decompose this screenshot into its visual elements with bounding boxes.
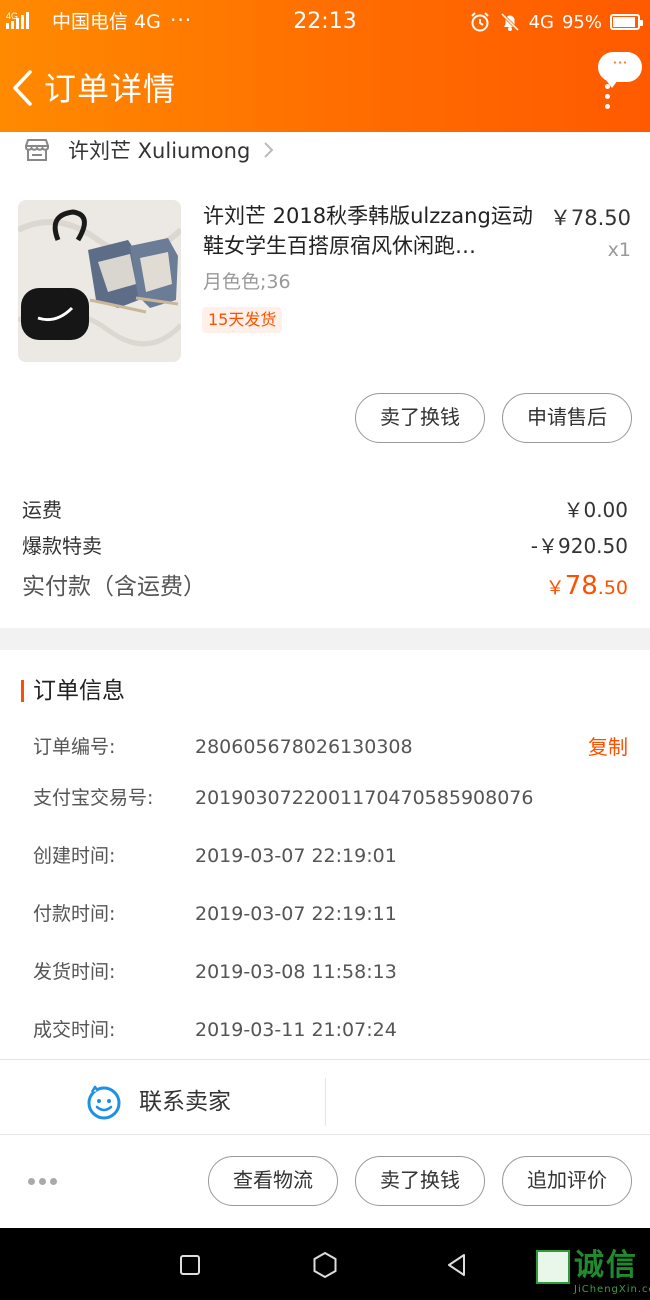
created-time-label: 创建时间: bbox=[33, 845, 116, 867]
paid-amount-value: ￥78.50 bbox=[546, 568, 628, 607]
message-bubble-button[interactable]: ··· bbox=[598, 52, 642, 88]
vertical-divider bbox=[325, 1078, 326, 1126]
nav-bar: 订单详情 ··· bbox=[0, 44, 650, 132]
product-sku: 月色色;36 bbox=[203, 271, 291, 293]
section-accent-bar bbox=[21, 680, 24, 702]
alipay-trade-value: 2019030722001170470585908076 bbox=[195, 787, 534, 809]
sell-for-cash-button[interactable]: 卖了换钱 bbox=[355, 393, 485, 443]
shipping-fee-label: 运费 bbox=[22, 498, 62, 522]
shop-row[interactable]: 许刘芒 Xuliumong bbox=[0, 132, 650, 172]
shipping-badge: 15天发货 bbox=[202, 307, 283, 333]
alipay-trade-label: 支付宝交易号: bbox=[33, 787, 154, 809]
more-actions-icon[interactable] bbox=[28, 1170, 64, 1190]
order-number-label: 订单编号: bbox=[33, 736, 116, 758]
back-button[interactable] bbox=[6, 66, 40, 110]
page-title: 订单详情 bbox=[44, 70, 177, 108]
contact-seller-label: 联系卖家 bbox=[139, 1089, 231, 1115]
completed-time-value: 2019-03-11 21:07:24 bbox=[195, 1019, 397, 1041]
more-menu-icon[interactable] bbox=[602, 84, 612, 109]
sell-for-cash-button-bottom[interactable]: 卖了换钱 bbox=[355, 1156, 485, 1206]
header: 4G 中国电信 4G ··· 22:13 4G 95% 订单详情 ··· bbox=[0, 0, 650, 132]
paid-decimal: .50 bbox=[597, 577, 628, 599]
contact-seller-button[interactable]: 联系卖家 bbox=[0, 1060, 325, 1134]
copy-order-number-button[interactable]: 复制 bbox=[588, 733, 628, 761]
completed-time-label: 成交时间: bbox=[33, 1019, 116, 1041]
mute-bell-icon bbox=[500, 12, 519, 32]
system-back-icon[interactable] bbox=[440, 1248, 474, 1282]
network-label: 4G bbox=[528, 11, 554, 33]
watermark-seal-icon bbox=[536, 1250, 570, 1284]
chevron-right-icon bbox=[264, 142, 274, 158]
add-review-button[interactable]: 追加评价 bbox=[502, 1156, 632, 1206]
product-title[interactable]: 许刘芒 2018秋季韩版ulzzang运动鞋女学生百搭原宿风休闲跑… bbox=[203, 201, 533, 261]
shipped-time-value: 2019-03-08 11:58:13 bbox=[195, 961, 397, 983]
product-photo bbox=[18, 200, 181, 362]
paid-time-value: 2019-03-07 22:19:11 bbox=[195, 903, 397, 925]
divider bbox=[0, 1134, 650, 1135]
product-quantity: x1 bbox=[607, 239, 631, 261]
recent-apps-icon[interactable] bbox=[173, 1248, 207, 1282]
store-icon bbox=[25, 139, 49, 161]
shipped-time-label: 发货时间: bbox=[33, 961, 116, 983]
discount-value: -￥920.50 bbox=[530, 534, 628, 558]
watermark-subtext: JiChengXin.com bbox=[574, 1284, 650, 1295]
order-number-value: 280605678026130308 bbox=[195, 736, 413, 758]
alarm-icon bbox=[470, 12, 489, 32]
status-right: 4G 95% bbox=[469, 10, 643, 34]
order-info-title: 订单信息 bbox=[33, 678, 125, 704]
apply-after-sale-button[interactable]: 申请售后 bbox=[502, 393, 632, 443]
product-price: ￥78.50 bbox=[549, 206, 631, 230]
shipping-fee-value: ￥0.00 bbox=[563, 498, 628, 522]
discount-label: 爆款特卖 bbox=[22, 534, 102, 558]
battery-icon bbox=[610, 14, 643, 30]
paid-amount-label: 实付款（含运费） bbox=[22, 574, 206, 600]
battery-label: 95% bbox=[561, 11, 602, 33]
home-icon[interactable] bbox=[308, 1248, 342, 1282]
paid-currency: ￥ bbox=[545, 577, 565, 599]
view-logistics-button[interactable]: 查看物流 bbox=[208, 1156, 338, 1206]
paid-integer: 78 bbox=[564, 571, 598, 601]
product-image[interactable] bbox=[18, 200, 181, 362]
watermark-logo: 诚信 JiChengXin.com bbox=[534, 1246, 650, 1300]
chat-face-icon bbox=[87, 1085, 121, 1120]
status-bar: 4G 中国电信 4G ··· 22:13 4G 95% bbox=[0, 0, 650, 44]
shop-name: 许刘芒 Xuliumong bbox=[68, 139, 251, 163]
paid-time-label: 付款时间: bbox=[33, 903, 116, 925]
section-divider bbox=[0, 628, 650, 650]
watermark-text: 诚信 bbox=[574, 1248, 638, 1283]
created-time-value: 2019-03-07 22:19:01 bbox=[195, 845, 397, 867]
